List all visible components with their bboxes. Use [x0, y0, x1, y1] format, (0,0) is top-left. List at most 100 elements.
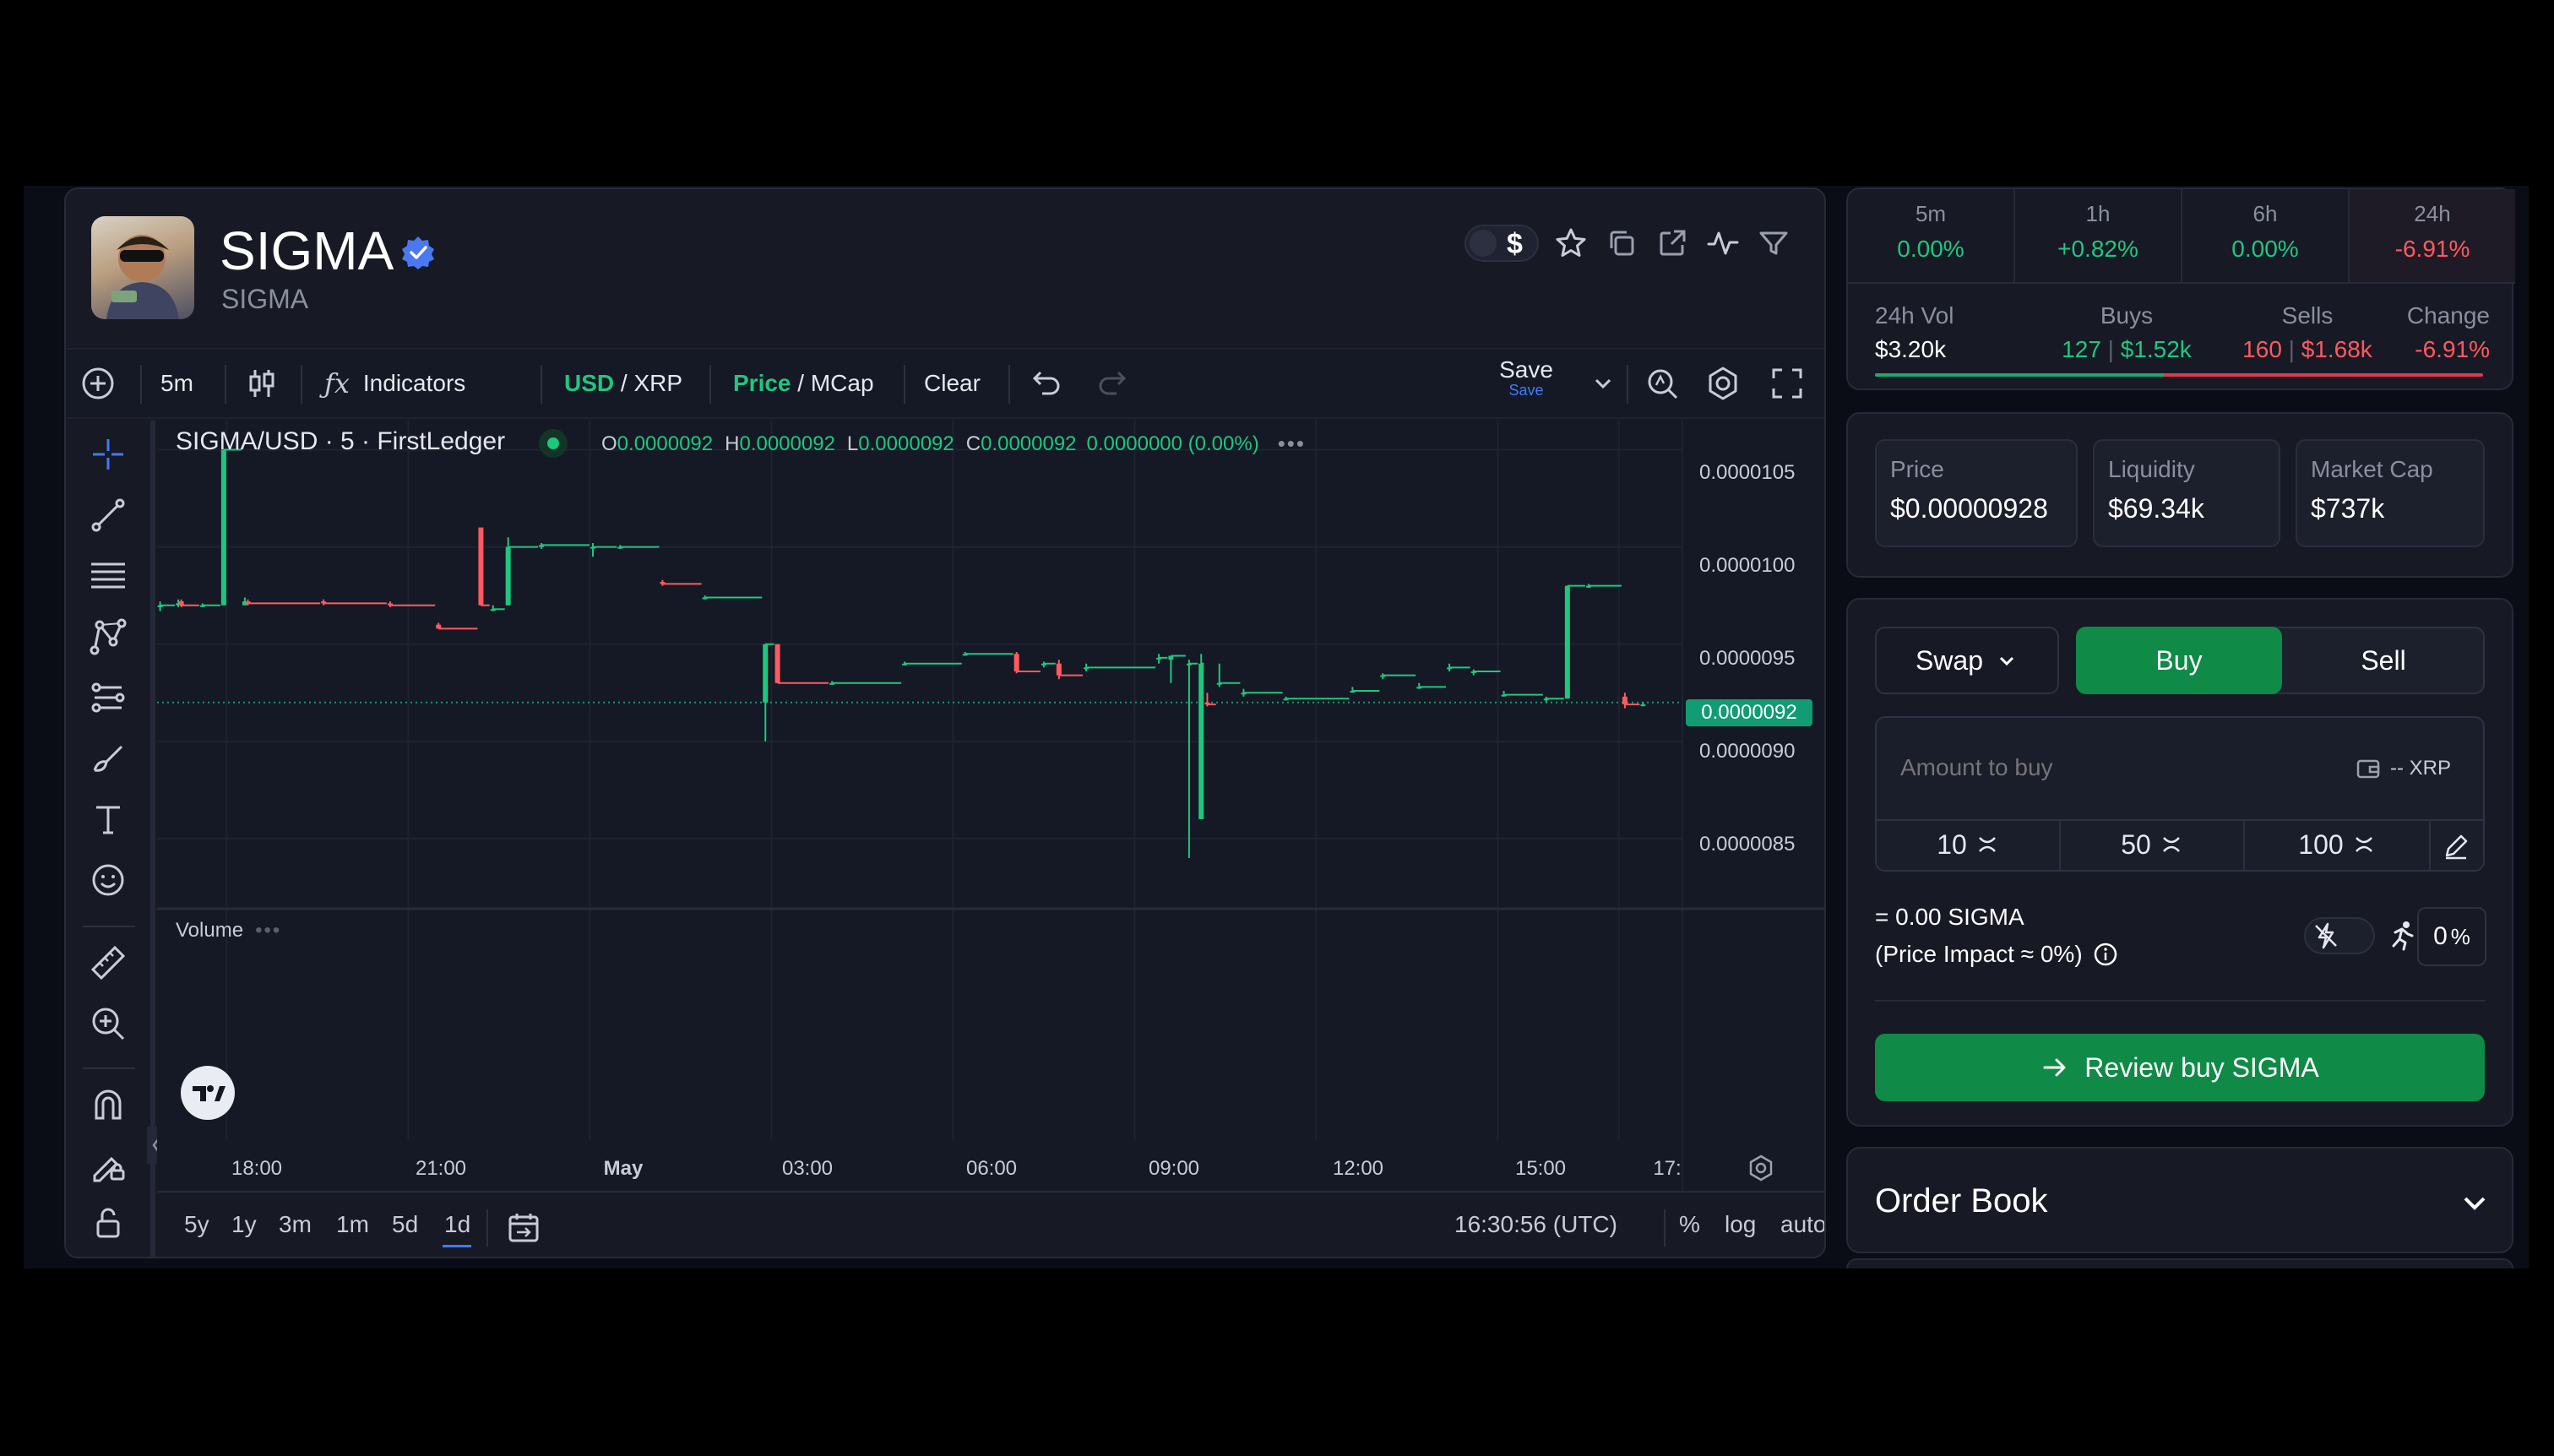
fx-icon: ƒx: [324, 367, 350, 399]
crosshair-icon[interactable]: [84, 431, 132, 478]
magnet-icon[interactable]: [84, 1081, 132, 1128]
sell-tab[interactable]: Sell: [2282, 627, 2485, 694]
candle-body: [774, 644, 780, 683]
toolbar-separator: [140, 365, 142, 404]
token-avatar: [91, 216, 194, 319]
market-info-card: Price $0.00000928 Liquidity $69.34k Mark…: [1846, 412, 2513, 578]
swap-mode-select[interactable]: Swap: [1875, 627, 2059, 694]
interval-button[interactable]: 5m: [160, 358, 193, 409]
slippage-input[interactable]: 0 %: [2417, 907, 2486, 966]
currency-toggle[interactable]: $: [1464, 225, 1539, 262]
candle-body: [220, 449, 226, 606]
price-option: Price: [733, 370, 791, 396]
save-button[interactable]: Save Save: [1497, 356, 1556, 399]
range-3m[interactable]: 3m: [279, 1211, 312, 1238]
star-icon[interactable]: [1554, 226, 1588, 260]
trend-line-icon[interactable]: [84, 492, 132, 539]
unlock-icon[interactable]: [84, 1199, 132, 1247]
auto-scale-button[interactable]: auto: [1780, 1211, 1824, 1238]
fib-retracement-icon[interactable]: [84, 552, 132, 600]
external-link-icon[interactable]: [1655, 226, 1689, 260]
ohlc-legend: O 0.0000092 H 0.0000092 L 0.0000092 C 0.…: [601, 431, 1306, 457]
log-scale-button[interactable]: log: [1725, 1211, 1756, 1238]
clear-button[interactable]: Clear: [924, 358, 981, 409]
price-chart[interactable]: [157, 421, 1826, 1191]
volume-more-icon[interactable]: •••: [255, 919, 281, 943]
add-symbol-icon[interactable]: [79, 358, 117, 409]
stat-5m[interactable]: 5m 0.00%: [1848, 201, 2013, 282]
pattern-icon[interactable]: [84, 613, 132, 660]
candle-body: [1056, 663, 1062, 676]
review-buy-button[interactable]: Review buy SIGMA: [1875, 1034, 2485, 1101]
candle-type-icon[interactable]: [243, 358, 280, 409]
sells-count: 160: [2242, 336, 2282, 362]
indicators-label: Indicators: [362, 370, 466, 396]
quick-amount-100[interactable]: 100: [2245, 819, 2431, 870]
candle-body: [1622, 696, 1627, 705]
candle-body: [1640, 704, 1646, 707]
activity-icon[interactable]: [1706, 226, 1740, 260]
redo-icon[interactable]: [1095, 358, 1132, 409]
xrp-icon: [2355, 837, 2372, 852]
y-axis-tick: 0.0000085: [1699, 833, 1796, 856]
range-5d[interactable]: 5d: [392, 1211, 418, 1238]
edit-amounts-icon[interactable]: [2441, 831, 2471, 861]
emoji-icon[interactable]: [84, 856, 132, 904]
axis-settings-icon[interactable]: [1747, 1154, 1775, 1182]
tradingview-logo-icon[interactable]: [181, 1066, 235, 1120]
receive-estimate: = 0.00 SIGMA: [1875, 904, 2024, 930]
buy-tab[interactable]: Buy: [2076, 627, 2282, 694]
utc-clock[interactable]: 16:30:56 (UTC): [1454, 1211, 1617, 1238]
price-change-stats: 5m 0.00% 1h +0.82% 6h 0.00% 24h -6.91% 2…: [1846, 187, 2515, 390]
zoom-in-icon[interactable]: [84, 1000, 132, 1047]
lock-drawings-icon[interactable]: [84, 1142, 132, 1189]
ohlc-close: 0.0000092: [981, 432, 1077, 455]
undo-icon[interactable]: [1027, 358, 1064, 409]
ohlc-high: 0.0000092: [739, 432, 835, 455]
price-mcap-switch[interactable]: Price / MCap: [733, 358, 874, 409]
order-book-card[interactable]: Order Book: [1846, 1147, 2513, 1253]
range-5y[interactable]: 5y: [184, 1211, 209, 1238]
brush-icon[interactable]: [84, 735, 132, 782]
range-1y[interactable]: 1y: [231, 1211, 257, 1238]
text-icon[interactable]: [84, 796, 132, 843]
forecast-icon[interactable]: [84, 674, 132, 721]
indicators-button[interactable]: ƒx Indicators: [324, 358, 465, 409]
amount-input[interactable]: [1900, 747, 2306, 789]
x-axis-tick: 17:: [1653, 1157, 1682, 1180]
quick-amount-50[interactable]: 50: [2061, 819, 2245, 870]
active-range-underline: [443, 1245, 471, 1247]
settings-icon[interactable]: [1704, 358, 1742, 409]
runner-speed-icon[interactable]: [2385, 919, 2419, 953]
copy-icon[interactable]: [1605, 226, 1638, 260]
mev-protection-toggle[interactable]: [2304, 917, 2375, 954]
stat-1h[interactable]: 1h +0.82%: [2015, 201, 2181, 282]
percent-scale-button[interactable]: %: [1679, 1211, 1700, 1238]
legend-more-icon[interactable]: •••: [1278, 431, 1306, 457]
quick-search-icon[interactable]: [1644, 358, 1681, 409]
chart-pane[interactable]: [157, 421, 1826, 1191]
currency-xrp: XRP: [633, 370, 683, 396]
stat-6h[interactable]: 6h 0.00%: [2182, 201, 2348, 282]
ohlc-change: 0.0000000 (0.00%): [1086, 432, 1259, 455]
app-frame: SIGMA SIGMA $ 5m ƒx Indicators USD / XRP…: [24, 186, 2529, 1269]
xrp-icon: [2162, 837, 2180, 852]
date-range-icon[interactable]: [505, 1209, 542, 1247]
next-card-edge: [1846, 1258, 2513, 1269]
save-menu-chevron-icon[interactable]: [1591, 358, 1615, 409]
order-book-title: Order Book: [1875, 1182, 2048, 1220]
filter-icon[interactable]: [1757, 226, 1791, 260]
y-axis-tick: 0.0000100: [1699, 554, 1796, 577]
token-name: SIGMA: [220, 220, 394, 281]
buy-sell-tabs: Buy Sell: [2076, 627, 2485, 694]
fullscreen-icon[interactable]: [1769, 358, 1806, 409]
currency-switch[interactable]: USD / XRP: [564, 358, 682, 409]
ruler-icon[interactable]: [84, 939, 132, 986]
chevron-down-icon: [1999, 656, 2014, 666]
range-1d[interactable]: 1d: [444, 1211, 470, 1238]
range-1m[interactable]: 1m: [336, 1211, 369, 1238]
tools-separator: [83, 1068, 135, 1069]
toolbar-separator: [709, 365, 711, 404]
quick-amount-10[interactable]: 10: [1877, 819, 2061, 870]
stat-24h[interactable]: 24h -6.91%: [2350, 189, 2515, 282]
